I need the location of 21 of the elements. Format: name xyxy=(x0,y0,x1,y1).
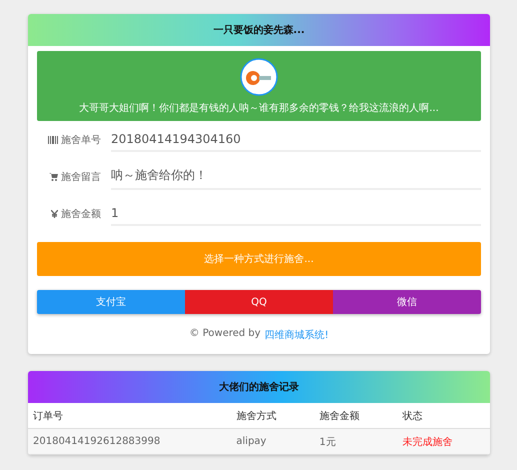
input-field[interactable]: 20180414194304160 xyxy=(111,128,481,152)
field-label: 施舍留言 xyxy=(61,170,101,184)
table-cell: 未完成施舍 xyxy=(398,428,490,454)
yen-icon xyxy=(51,210,58,218)
input-field[interactable]: 1 xyxy=(111,202,481,226)
banner-message: 大哥哥大姐们啊！你们都是有钱的人呐～谁有那多余的零钱？给我这流浪的人啊... xyxy=(79,102,439,114)
logo-icon xyxy=(240,58,278,96)
payment-button[interactable]: QQ xyxy=(185,290,333,314)
card-header: 一只要饭的妾先森... xyxy=(28,14,490,46)
cart-icon xyxy=(49,172,58,180)
footer-text: © Powered by xyxy=(189,328,261,341)
barcode-icon xyxy=(48,136,58,144)
field-label: 施舍单号 xyxy=(61,134,101,146)
table-cell: 1元 xyxy=(314,428,398,454)
field-label: 施舍金额 xyxy=(61,208,101,220)
card-header: 大佬们的施舍记录 xyxy=(28,371,490,403)
payment-button[interactable]: 微信 xyxy=(333,290,481,314)
footer-link[interactable]: 四维商城系统! xyxy=(264,328,329,342)
table-cell: 20180414192612883998 xyxy=(28,428,232,454)
input-field[interactable]: 呐～施舍给你的！ xyxy=(111,163,481,190)
table-cell: alipay xyxy=(231,428,314,454)
